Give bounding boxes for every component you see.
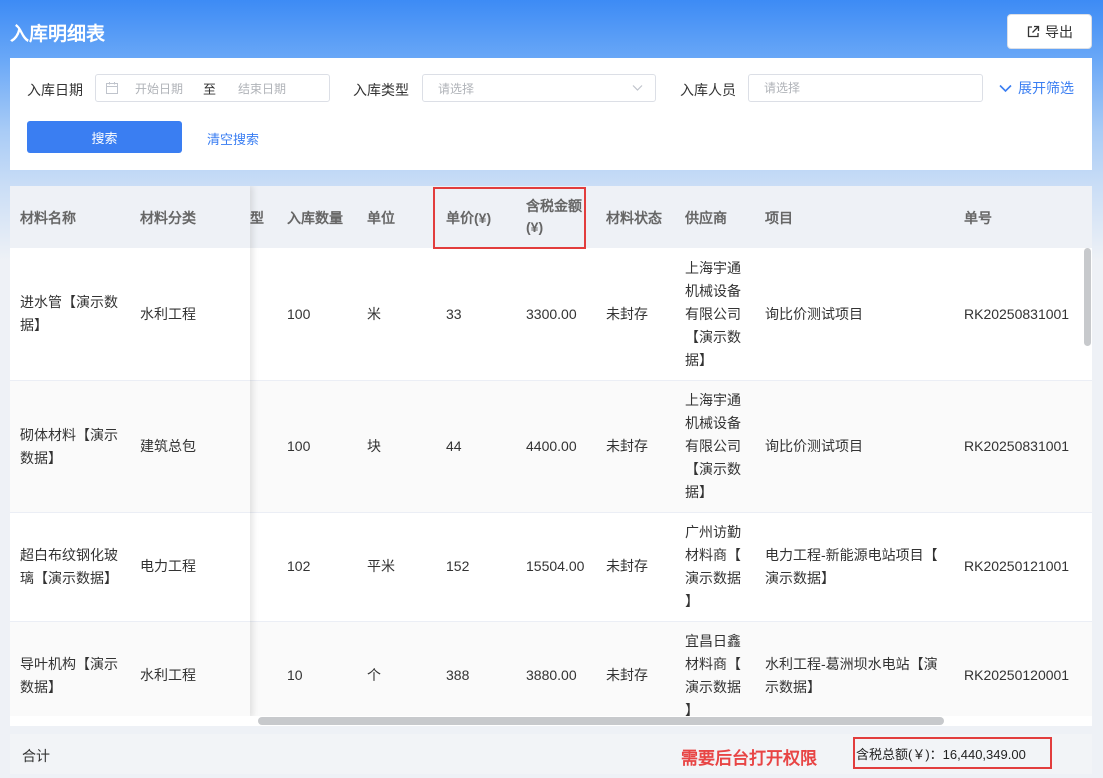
cell-unit-price: 44 bbox=[446, 438, 462, 454]
cell-quantity: 100 bbox=[287, 438, 311, 454]
cell-quantity: 10 bbox=[287, 667, 303, 683]
table-row[interactable]: 导叶机构【演示 数据】 水利工程 10 个 388 3880.00 未封存 宜昌日… bbox=[10, 622, 1092, 726]
cell-unit-price: 152 bbox=[446, 558, 470, 574]
cell-status: 未封存 bbox=[606, 306, 648, 322]
cell-unit: 块 bbox=[367, 438, 381, 454]
cell-material-name: 超白布纹钢化玻 璃【演示数据】 bbox=[20, 547, 118, 586]
summary-footer: 合计 需要后台打开权限 含税总额(￥)：16,440,349.00 bbox=[10, 734, 1092, 774]
type-select-placeholder: 请选择 bbox=[438, 81, 475, 96]
table-header: 材料名称 材料分类 型 入库数量 单位 单价(¥) 含税金额 (¥) 材料状态 … bbox=[10, 186, 1092, 248]
col-amount[interactable]: 含税金额 (¥) bbox=[526, 196, 582, 238]
cell-supplier: 广州访勤 材料商【 演示数据】 bbox=[685, 524, 741, 609]
cell-unit-price: 33 bbox=[446, 306, 462, 322]
cell-order-no: RK20250120001 bbox=[964, 667, 1070, 683]
table-row[interactable]: 超白布纹钢化玻 璃【演示数据】 电力工程 102 平米 152 15504.00 … bbox=[10, 513, 1092, 622]
cell-amount: 15504.00 bbox=[526, 558, 585, 574]
table-row[interactable]: 砌体材料【演示 数据】 建筑总包 100 块 44 4400.00 未封存 上海宇… bbox=[10, 381, 1092, 513]
vertical-scrollbar[interactable] bbox=[1084, 248, 1091, 346]
date-separator: 至 bbox=[203, 81, 217, 97]
filter-panel: 入库日期 开始日期 至 结束日期 入库类型 请选择 入库人员 展开筛选 搜索 清… bbox=[10, 58, 1092, 170]
expand-filter-link[interactable]: 展开筛选 bbox=[999, 78, 1074, 98]
col-material-category[interactable]: 材料分类 bbox=[140, 208, 196, 228]
cell-unit: 米 bbox=[367, 306, 381, 322]
col-material-name[interactable]: 材料名称 bbox=[20, 208, 76, 228]
permission-warning: 需要后台打开权限 bbox=[681, 749, 817, 768]
cell-unit-price: 388 bbox=[446, 667, 470, 683]
cell-material-name: 砌体材料【演示 数据】 bbox=[20, 427, 118, 466]
col-amount-line1: 含税金额 bbox=[526, 198, 582, 214]
expand-filter-label: 展开筛选 bbox=[1018, 80, 1074, 96]
chevron-down-icon bbox=[999, 84, 1012, 92]
cell-status: 未封存 bbox=[606, 667, 648, 683]
col-order-no[interactable]: 单号 bbox=[964, 208, 992, 228]
cell-order-no: RK20250121001 bbox=[964, 558, 1070, 574]
horizontal-scrollbar[interactable] bbox=[258, 717, 944, 725]
data-table: 材料名称 材料分类 型 入库数量 单位 单价(¥) 含税金额 (¥) 材料状态 … bbox=[10, 186, 1092, 726]
cell-quantity: 102 bbox=[287, 558, 311, 574]
date-filter-label: 入库日期 bbox=[27, 82, 83, 98]
col-type[interactable]: 型 bbox=[250, 208, 264, 228]
calendar-icon bbox=[106, 82, 118, 94]
cell-amount: 3880.00 bbox=[526, 667, 577, 683]
cell-supplier: 宜昌日鑫 材料商【 演示数据】 bbox=[685, 633, 741, 718]
cell-amount: 4400.00 bbox=[526, 438, 577, 454]
date-start-input[interactable]: 开始日期 bbox=[135, 80, 183, 97]
person-filter-label: 入库人员 bbox=[680, 82, 736, 98]
search-button[interactable]: 搜索 bbox=[27, 121, 182, 153]
table-row[interactable]: 进水管【演示数 据】 水利工程 100 米 33 3300.00 未封存 上海宇通… bbox=[10, 248, 1092, 381]
col-supplier[interactable]: 供应商 bbox=[685, 208, 727, 228]
cell-material-name: 导叶机构【演示 数据】 bbox=[20, 656, 118, 695]
cell-quantity: 100 bbox=[287, 306, 311, 322]
col-unit-price[interactable]: 单价(¥) bbox=[446, 208, 491, 228]
date-range-picker[interactable]: 开始日期 至 结束日期 bbox=[95, 74, 330, 102]
cell-project: 询比价测试项目 bbox=[765, 306, 863, 322]
total-amount: 含税总额(￥)：16,440,349.00 bbox=[856, 747, 1026, 762]
export-button[interactable]: 导出 bbox=[1007, 14, 1092, 49]
cell-amount: 3300.00 bbox=[526, 306, 577, 322]
cell-material-name: 进水管【演示数 据】 bbox=[20, 294, 118, 333]
export-icon bbox=[1027, 25, 1040, 37]
person-input[interactable] bbox=[748, 74, 983, 102]
cell-project: 询比价测试项目 bbox=[765, 438, 863, 454]
cell-project: 水利工程-葛洲坝水电站【演 示数据】 bbox=[765, 656, 938, 695]
cell-unit: 平米 bbox=[367, 558, 395, 574]
page-title: 入库明细表 bbox=[10, 24, 106, 45]
export-label: 导出 bbox=[1045, 23, 1073, 40]
col-quantity[interactable]: 入库数量 bbox=[287, 208, 343, 228]
type-select[interactable]: 请选择 bbox=[422, 74, 656, 102]
cell-supplier: 上海宇通 机械设备 有限公司 【演示数 据】 bbox=[685, 392, 741, 500]
col-unit[interactable]: 单位 bbox=[367, 208, 395, 228]
type-filter-label: 入库类型 bbox=[353, 82, 409, 98]
page-header: 入库明细表 导出 bbox=[0, 0, 1103, 58]
cell-order-no: RK20250831001 bbox=[964, 438, 1070, 454]
cell-order-no: RK20250831001 bbox=[964, 306, 1070, 322]
cell-project: 电力工程-新能源电站项目【 演示数据】 bbox=[765, 547, 938, 586]
col-amount-line2: (¥) bbox=[526, 219, 544, 235]
cell-status: 未封存 bbox=[606, 438, 648, 454]
col-project[interactable]: 项目 bbox=[765, 208, 793, 228]
total-label: 合计 bbox=[22, 748, 50, 764]
cell-category: 电力工程 bbox=[140, 558, 196, 574]
date-end-input[interactable]: 结束日期 bbox=[238, 80, 286, 97]
chevron-down-icon bbox=[632, 85, 643, 91]
cell-supplier: 上海宇通 机械设备 有限公司 【演示数 据】 bbox=[685, 260, 741, 368]
cell-category: 水利工程 bbox=[140, 306, 196, 322]
cell-unit: 个 bbox=[367, 667, 381, 683]
col-status[interactable]: 材料状态 bbox=[606, 208, 662, 228]
clear-search-link[interactable]: 清空搜索 bbox=[207, 129, 259, 148]
cell-category: 建筑总包 bbox=[140, 438, 196, 454]
cell-status: 未封存 bbox=[606, 558, 648, 574]
cell-category: 水利工程 bbox=[140, 667, 196, 683]
